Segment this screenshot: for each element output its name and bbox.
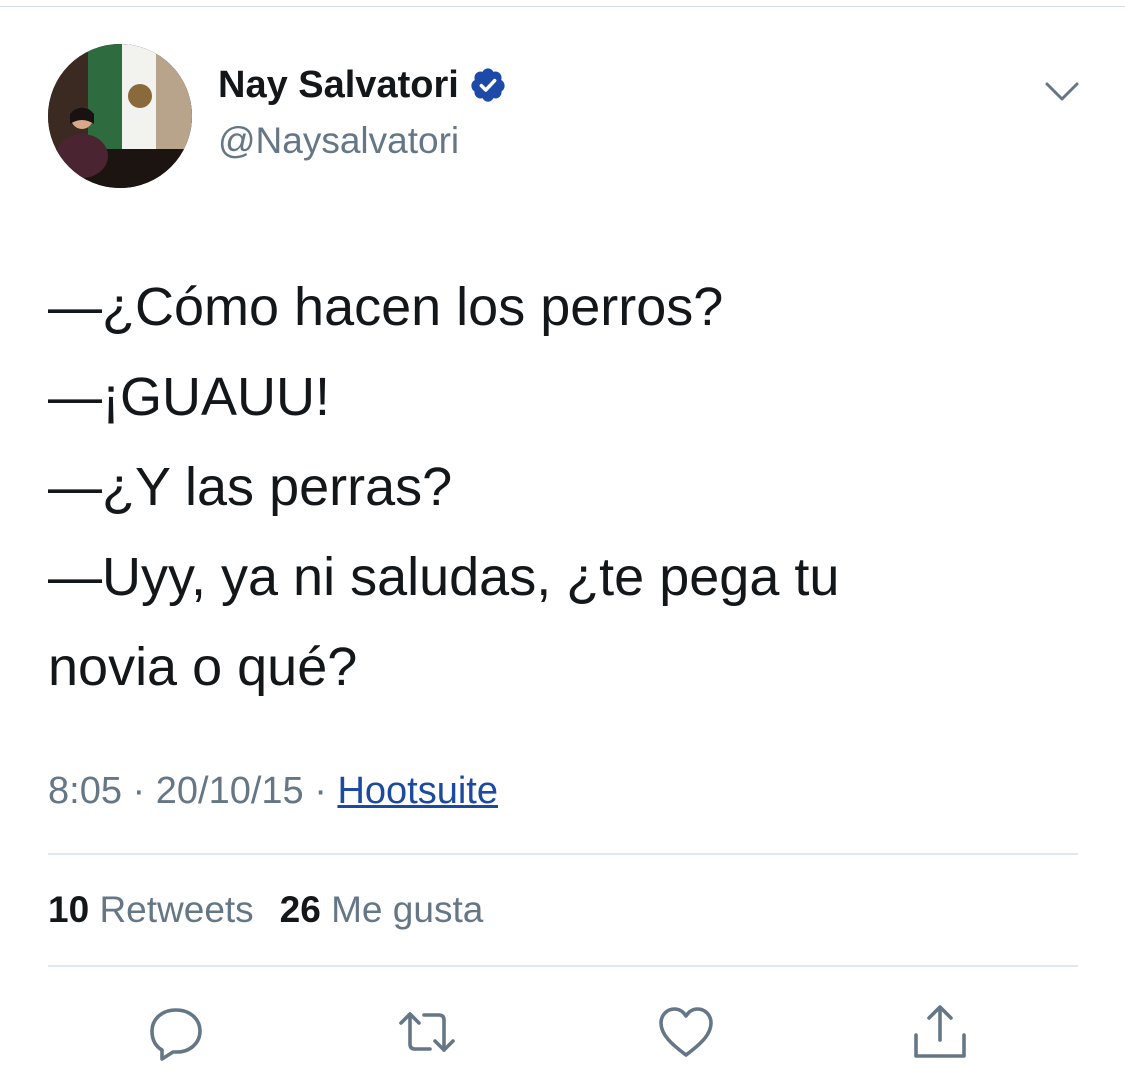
- tweet-date[interactable]: 20/10/15: [156, 770, 304, 812]
- like-icon: [659, 1007, 713, 1057]
- reply-button[interactable]: [146, 1002, 206, 1062]
- separator: ·: [314, 770, 327, 812]
- tweet-line: —¿Y las perras?: [48, 457, 453, 517]
- tweet-metadata: 8:05 · 20/10/15 · Hootsuite: [48, 772, 498, 810]
- display-name-row[interactable]: Nay Salvatori: [218, 66, 507, 104]
- reply-icon: [150, 1008, 202, 1061]
- likes-stat[interactable]: 26 Me gusta: [280, 889, 484, 930]
- divider: [48, 853, 1078, 855]
- likes-count: 26: [279, 889, 321, 930]
- share-button[interactable]: [910, 1002, 970, 1062]
- verified-badge-icon: [471, 68, 505, 102]
- separator: ·: [132, 770, 146, 812]
- avatar-photo: [48, 44, 192, 188]
- retweets-count: 10: [48, 889, 90, 930]
- retweet-button[interactable]: [397, 1002, 457, 1062]
- tweet-line: —¿Cómo hacen los perros?: [48, 277, 724, 337]
- share-icon: [914, 1005, 966, 1058]
- tweet-time[interactable]: 8:05: [48, 770, 122, 812]
- likes-label: Me gusta: [331, 889, 484, 930]
- top-divider: [0, 6, 1125, 7]
- tweet-line: —Uyy, ya ni saludas, ¿te pega tu: [48, 547, 840, 607]
- like-button[interactable]: [656, 1002, 716, 1062]
- tweet-line: novia o qué?: [48, 637, 358, 697]
- divider: [48, 965, 1078, 967]
- handle[interactable]: @Naysalvatori: [218, 122, 459, 159]
- avatar[interactable]: [48, 44, 192, 188]
- source-link[interactable]: Hootsuite: [337, 770, 498, 812]
- engagement-stats: 10 Retweets 26 Me gusta: [48, 891, 483, 928]
- retweets-stat[interactable]: 10 Retweets: [48, 889, 254, 930]
- tweet-text: —¿Cómo hacen los perros? —¡GUAUU! —¿Y la…: [48, 262, 1088, 712]
- retweet-icon: [399, 1012, 455, 1052]
- tweet-line: —¡GUAUU!: [48, 367, 330, 427]
- chevron-down-icon[interactable]: [1044, 78, 1080, 106]
- retweets-label: Retweets: [99, 889, 254, 930]
- display-name[interactable]: Nay Salvatori: [218, 66, 459, 104]
